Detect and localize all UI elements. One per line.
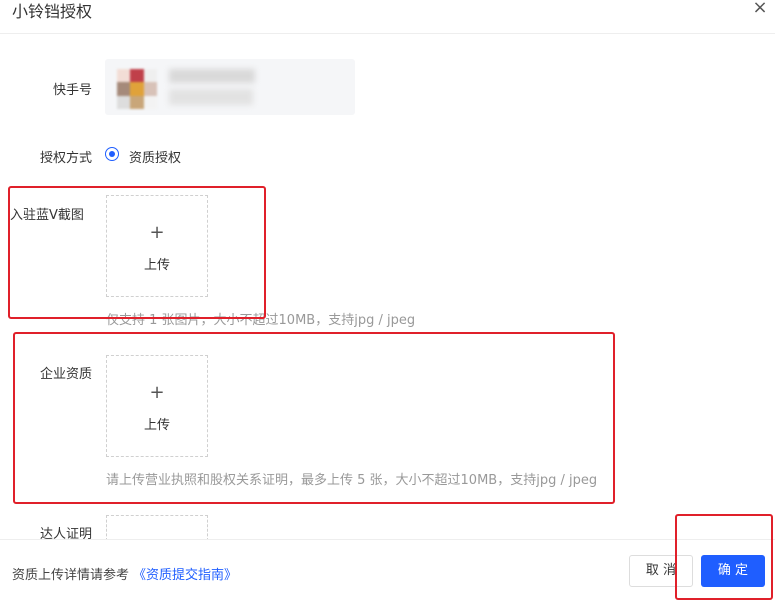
- auth-method-label: 授权方式: [39, 151, 92, 166]
- annotation-box-confirm: [675, 514, 773, 600]
- annotation-box-company: [13, 332, 615, 504]
- footer-note: 资质上传详情请参考 《资质提交指南》: [12, 564, 237, 583]
- avatar: [117, 69, 157, 109]
- footer-note-text: 资质上传详情请参考: [12, 568, 130, 583]
- radio-qualification-auth-label[interactable]: 资质授权: [129, 147, 181, 166]
- authorization-dialog: 小铃铛授权 × 快手号 授权方式 资质授权 入驻蓝V截图 + 上传 仅支持 1 …: [0, 0, 775, 601]
- account-name-redacted: [169, 69, 255, 83]
- radio-qualification-auth[interactable]: [105, 147, 119, 161]
- radio-selected-dot: [109, 151, 115, 157]
- qualification-guide-link[interactable]: 《资质提交指南》: [133, 568, 237, 583]
- dialog-footer: 资质上传详情请参考 《资质提交指南》 取 消 确 定: [0, 540, 775, 601]
- account-label: 快手号: [52, 83, 92, 98]
- dialog-title: 小铃铛授权: [12, 2, 93, 21]
- close-icon[interactable]: ×: [750, 0, 770, 18]
- account-card: [105, 59, 355, 115]
- annotation-box-blue-v: [8, 186, 266, 319]
- account-id-redacted: [169, 89, 253, 105]
- header-divider: [0, 33, 775, 34]
- talent-proof-upload-button[interactable]: [106, 515, 208, 541]
